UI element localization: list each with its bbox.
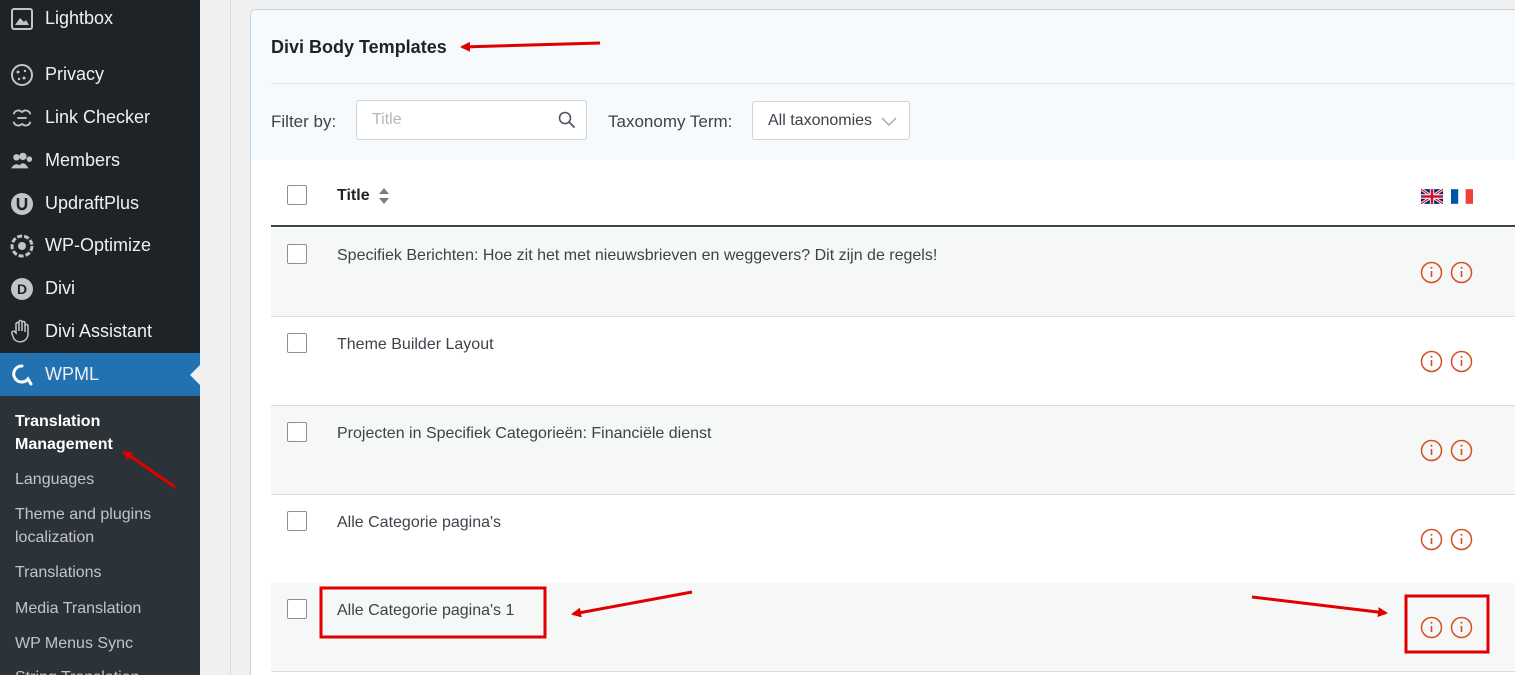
taxonomy-label: Taxonomy Term:	[608, 112, 733, 131]
search-icon[interactable]	[558, 111, 576, 129]
translation-status-icons	[1420, 528, 1473, 551]
translation-status-info-icon[interactable]	[1450, 350, 1473, 373]
screen: Lightbox Privacy Link Checker Members Up…	[0, 0, 1515, 675]
taxonomy-select-value: All taxonomies	[768, 111, 873, 129]
menu-item-wp-optimize[interactable]: WP-Optimize	[0, 224, 200, 267]
row-checkbox[interactable]	[287, 511, 307, 531]
cookie-icon	[10, 63, 34, 87]
menu-label: WP-Optimize	[45, 235, 152, 255]
row-checkbox[interactable]	[287, 422, 307, 442]
taxonomy-select[interactable]: All taxonomies	[752, 101, 910, 140]
row-checkbox[interactable]	[287, 333, 307, 353]
wpml-icon	[10, 363, 34, 387]
table-row: Projecten in Specifiek Categorieën: Fina…	[271, 406, 1515, 495]
menu-label: Link Checker	[45, 107, 151, 127]
members-icon	[10, 149, 34, 173]
table-row: Theme Builder Layout	[271, 317, 1515, 406]
svg-text:D: D	[17, 281, 27, 297]
menu-item-wpml[interactable]: WPML	[0, 353, 200, 396]
title-search-input[interactable]	[357, 101, 557, 139]
submenu-translation-management[interactable]: Translation Management	[15, 410, 165, 456]
panel-header: Divi Body Templates Filter by: Taxonomy …	[251, 10, 1515, 160]
translation-status-icons	[1420, 616, 1473, 639]
menu-label: UpdraftPlus	[45, 193, 140, 213]
menu-label: Privacy	[45, 64, 105, 84]
table-row: Specifiek Berichten: Hoe zit het met nie…	[271, 228, 1515, 317]
translation-status-info-icon[interactable]	[1420, 528, 1443, 551]
column-title-header[interactable]: Title	[337, 187, 370, 205]
wpml-submenu: Translation Management Languages Theme a…	[0, 396, 200, 675]
sort-icon[interactable]	[378, 187, 390, 205]
translation-status-info-icon[interactable]	[1450, 528, 1473, 551]
translation-status-info-icon[interactable]	[1450, 261, 1473, 284]
image-icon	[10, 7, 34, 31]
updraftplus-icon	[10, 192, 34, 216]
title-search-box[interactable]	[356, 100, 587, 140]
row-title[interactable]: Theme Builder Layout	[337, 336, 494, 354]
translation-status-info-icon[interactable]	[1420, 350, 1443, 373]
row-title[interactable]: Alle Categorie pagina's 1	[337, 602, 514, 620]
france-flag-icon	[1451, 189, 1473, 204]
header-divider	[271, 83, 1515, 84]
select-all-checkbox[interactable]	[287, 185, 307, 205]
translation-status-info-icon[interactable]	[1420, 439, 1443, 462]
row-title[interactable]: Specifiek Berichten: Hoe zit het met nie…	[337, 247, 937, 265]
templates-panel: Divi Body Templates Filter by: Taxonomy …	[250, 9, 1515, 675]
chevron-down-icon	[881, 114, 897, 127]
divider	[230, 0, 231, 675]
wp-optimize-icon	[10, 234, 34, 258]
panel-title: Divi Body Templates	[271, 37, 447, 57]
row-checkbox[interactable]	[287, 599, 307, 619]
menu-item-updraftplus[interactable]: UpdraftPlus	[0, 182, 200, 225]
translation-status-info-icon[interactable]	[1450, 616, 1473, 639]
translation-status-icons	[1420, 261, 1473, 284]
translation-status-info-icon[interactable]	[1450, 439, 1473, 462]
menu-item-divi-assistant[interactable]: Divi Assistant	[0, 310, 200, 353]
submenu-theme-plugins-localization[interactable]: Theme and plugins localization	[15, 503, 165, 549]
translation-status-info-icon[interactable]	[1420, 261, 1443, 284]
menu-label: Divi	[45, 278, 75, 298]
submenu-translations[interactable]: Translations	[15, 561, 102, 584]
menu-label: WPML	[45, 364, 99, 384]
row-title[interactable]: Alle Categorie pagina's	[337, 514, 501, 532]
submenu-languages[interactable]: Languages	[15, 468, 94, 491]
table-header: Title	[271, 160, 1515, 227]
menu-item-members[interactable]: Members	[0, 139, 200, 182]
table-row: Alle Categorie pagina's	[271, 495, 1515, 584]
menu-label: Members	[45, 150, 121, 170]
translation-status-icons	[1420, 350, 1473, 373]
menu-item-lightbox[interactable]: Lightbox	[0, 0, 200, 40]
divi-icon: D	[10, 277, 34, 301]
translation-status-icons	[1420, 439, 1473, 462]
menu-item-divi[interactable]: D Divi	[0, 267, 200, 310]
submenu-string-translation[interactable]: String Translation	[15, 666, 140, 675]
admin-sidebar: Lightbox Privacy Link Checker Members Up…	[0, 0, 200, 675]
submenu-wp-menus-sync[interactable]: WP Menus Sync	[15, 632, 133, 655]
filter-label: Filter by:	[271, 112, 337, 131]
table-row: Alle Categorie pagina's 1	[271, 583, 1515, 672]
row-title[interactable]: Projecten in Specifiek Categorieën: Fina…	[337, 425, 711, 443]
menu-item-privacy[interactable]: Privacy	[0, 53, 200, 96]
translation-status-info-icon[interactable]	[1420, 616, 1443, 639]
submenu-media-translation[interactable]: Media Translation	[15, 597, 141, 620]
row-checkbox[interactable]	[287, 244, 307, 264]
menu-item-link-checker[interactable]: Link Checker	[0, 96, 200, 139]
language-flags	[1420, 187, 1473, 206]
hand-icon	[10, 319, 34, 344]
uk-flag-icon	[1420, 187, 1444, 206]
menu-label: Lightbox	[45, 8, 114, 28]
menu-label: Divi Assistant	[45, 321, 153, 341]
link-checker-icon	[10, 106, 34, 130]
